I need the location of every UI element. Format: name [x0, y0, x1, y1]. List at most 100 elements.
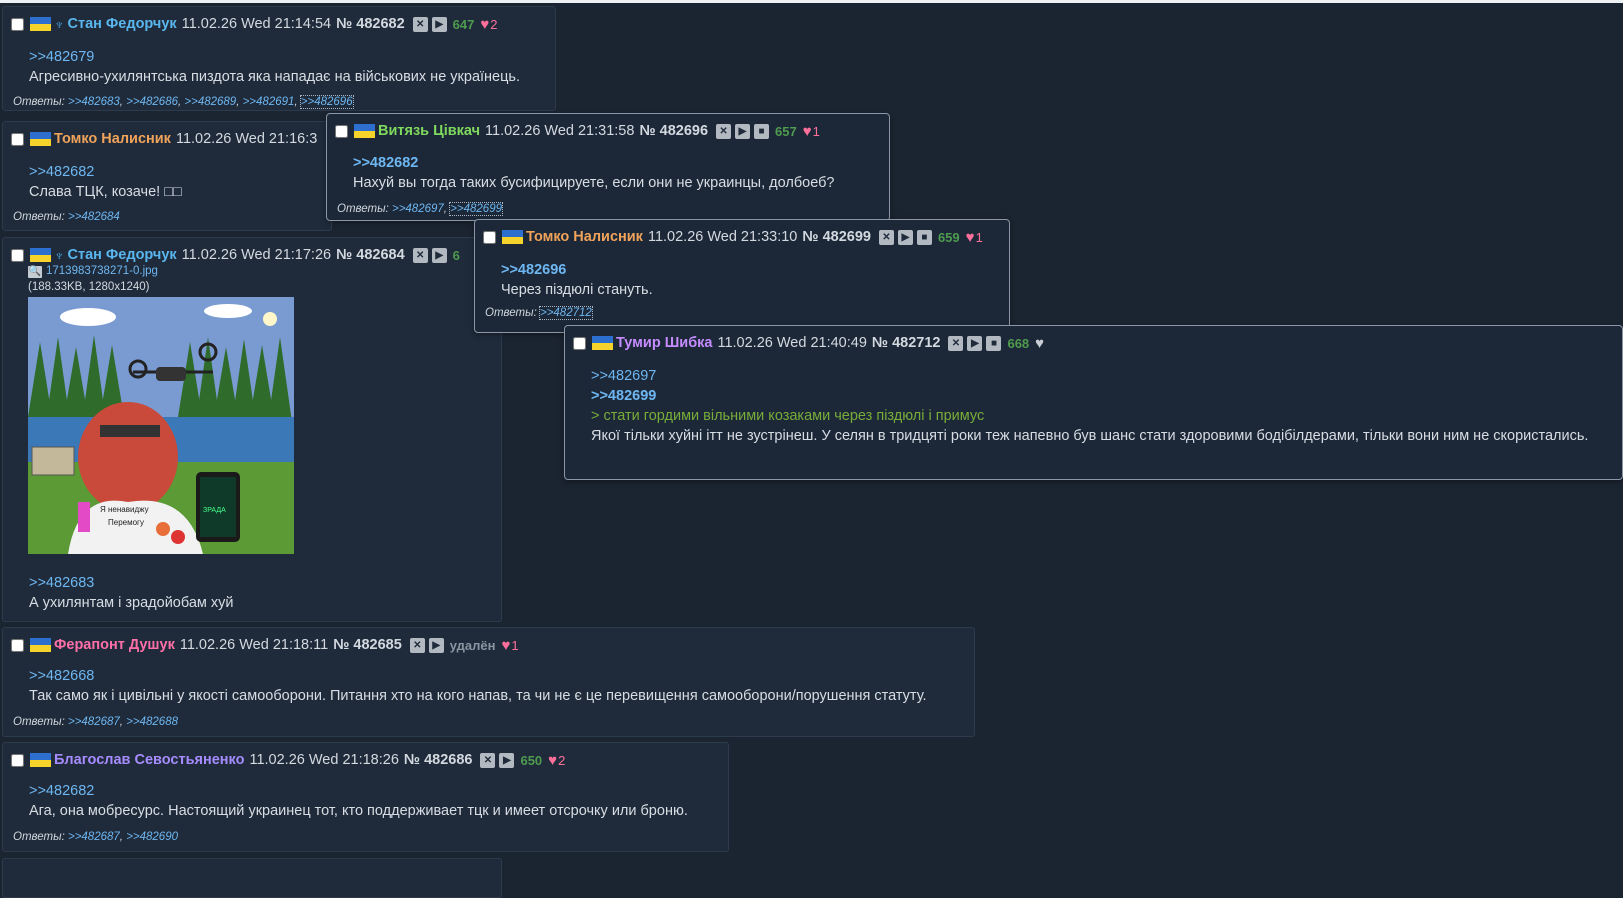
- play-icon[interactable]: ▶: [967, 335, 983, 351]
- post-body: >>482668 Так само як і цивільні у якості…: [29, 666, 964, 706]
- poster-name[interactable]: Томко Налисник: [526, 229, 643, 245]
- post-number[interactable]: № 482685: [333, 637, 402, 653]
- hide-icon[interactable]: ✕: [480, 752, 496, 768]
- post-number[interactable]: № 482686: [404, 752, 473, 768]
- reply-link[interactable]: >>482697: [591, 366, 1612, 386]
- post-header: Благослав Севостьяненко 11.02.26 Wed 21:…: [9, 751, 565, 769]
- post-checkbox[interactable]: [573, 336, 586, 350]
- heart-icon[interactable]: ♥: [1035, 335, 1044, 352]
- post-body: >>482682 Ага, она мобресурс. Настоящий у…: [29, 781, 718, 821]
- post-checkbox[interactable]: [483, 230, 496, 244]
- poster-name[interactable]: Томко Налисник: [54, 131, 171, 147]
- post-date: 11.02.26 Wed 21:17:26: [181, 247, 332, 263]
- post-number[interactable]: № 482684: [336, 247, 405, 263]
- poster-name[interactable]: Тумир Шибка: [616, 335, 712, 351]
- post-number[interactable]: № 482696: [639, 123, 708, 139]
- reply-link[interactable]: >>482696: [501, 260, 999, 280]
- heart-icon[interactable]: ♥: [502, 637, 511, 654]
- post-body: >>482679 Агресивно-ухилянтська пиздота я…: [29, 47, 545, 87]
- reply-backlink[interactable]: >>482712: [538, 306, 593, 320]
- play-icon[interactable]: ▶: [897, 229, 913, 245]
- post-checkbox[interactable]: [11, 753, 24, 767]
- post-date: 11.02.26 Wed 21:16:3: [175, 131, 318, 147]
- play-icon[interactable]: ▶: [431, 247, 447, 263]
- reply-link[interactable]: >>482683: [29, 573, 491, 593]
- reply-backlink[interactable]: >>482687: [68, 716, 120, 728]
- hide-icon[interactable]: ✕: [412, 16, 428, 32]
- post-checkbox[interactable]: [11, 17, 24, 31]
- stop-icon[interactable]: ■: [916, 229, 932, 245]
- post-number[interactable]: № 482699: [802, 229, 871, 245]
- ukraine-flag-icon: [30, 638, 51, 652]
- hide-icon[interactable]: ✕: [716, 123, 732, 139]
- reply-backlink[interactable]: >>482686: [126, 96, 178, 108]
- reply-backlink[interactable]: >>482699: [449, 202, 503, 216]
- stop-icon[interactable]: ■: [754, 123, 770, 139]
- post-header: Витязь Цівкач 11.02.26 Wed 21:31:58 № 48…: [333, 122, 820, 140]
- magnifier-icon[interactable]: 🔍: [28, 266, 42, 278]
- post-482682: ♆ Стан Федорчук 11.02.26 Wed 21:14:54 № …: [2, 6, 556, 111]
- reply-backlink[interactable]: >>482684: [68, 211, 120, 223]
- post-date: 11.02.26 Wed 21:40:49: [717, 335, 867, 351]
- poster-name[interactable]: Стан Федорчук: [68, 247, 177, 263]
- reply-link[interactable]: >>482682: [29, 781, 718, 801]
- post-checkbox[interactable]: [11, 638, 24, 652]
- like-count: 2: [490, 16, 498, 32]
- reply-link[interactable]: >>482682: [353, 153, 879, 173]
- heart-icon[interactable]: ♥: [803, 123, 812, 140]
- post-482686: Благослав Севостьяненко 11.02.26 Wed 21:…: [2, 742, 729, 852]
- reply-backlink[interactable]: >>482691: [243, 96, 295, 108]
- popup-post-482699: Томко Налисник 11.02.26 Wed 21:33:10 № 4…: [474, 219, 1010, 333]
- stop-icon[interactable]: ■: [986, 335, 1002, 351]
- play-icon[interactable]: ▶: [428, 637, 444, 653]
- reply-link[interactable]: >>482699: [591, 386, 1612, 406]
- hide-icon[interactable]: ✕: [878, 229, 894, 245]
- file-info: 🔍 1713983738271-0.jpg (188.33KB, 1280x124…: [28, 263, 158, 295]
- poster-name[interactable]: Ферапонт Душук: [54, 637, 175, 653]
- post-checkbox[interactable]: [11, 132, 24, 146]
- reply-link[interactable]: >>482679: [29, 47, 545, 67]
- post-date: 11.02.26 Wed 21:18:26: [249, 752, 399, 768]
- reply-backlink[interactable]: >>482687: [68, 831, 120, 843]
- post-482684: ♆ Стан Федорчук 11.02.26 Wed 21:17:26 № …: [2, 237, 502, 622]
- post-header: ♆ Стан Федорчук 11.02.26 Wed 21:17:26 № …: [9, 246, 466, 264]
- post-number[interactable]: № 482712: [872, 335, 941, 351]
- heart-icon[interactable]: ♥: [966, 229, 975, 246]
- like-count: 2: [558, 752, 566, 768]
- reply-backlink[interactable]: >>482696: [299, 95, 354, 109]
- play-icon[interactable]: ▶: [499, 752, 515, 768]
- hide-icon[interactable]: ✕: [948, 335, 964, 351]
- poster-name[interactable]: Витязь Цівкач: [378, 123, 480, 139]
- play-icon[interactable]: ▶: [735, 123, 751, 139]
- reply-backlink[interactable]: >>482690: [126, 831, 178, 843]
- reply-link[interactable]: >>482682: [29, 162, 321, 182]
- reply-backlink[interactable]: >>482689: [184, 96, 236, 108]
- post-counter: 668: [1007, 335, 1030, 351]
- reply-link[interactable]: >>482668: [29, 666, 964, 686]
- hide-icon[interactable]: ✕: [412, 247, 428, 263]
- replies-line: Ответы: >>482687, >>482688: [13, 716, 178, 728]
- heart-icon[interactable]: ♥: [480, 16, 489, 33]
- post-checkbox[interactable]: [11, 248, 24, 262]
- post-checkbox[interactable]: [335, 124, 348, 138]
- replies-line: Ответы: >>482697, >>482699: [337, 202, 503, 216]
- ukraine-flag-icon: [30, 753, 51, 767]
- post-image[interactable]: Я ненавиджу Перемогу ЗРАДА: [28, 297, 294, 554]
- poster-name[interactable]: Стан Федорчук: [68, 16, 177, 32]
- reply-backlink[interactable]: >>482697: [392, 203, 444, 215]
- post-body: >>482696 Через піздюлі стануть.: [501, 260, 999, 300]
- post-date: 11.02.26 Wed 21:18:11: [179, 637, 329, 653]
- poster-name[interactable]: Благослав Севостьяненко: [54, 752, 244, 768]
- ukraine-flag-icon: [30, 17, 51, 31]
- file-name[interactable]: 1713983738271-0.jpg: [46, 265, 158, 277]
- play-icon[interactable]: ▶: [431, 16, 447, 32]
- post-482685: Ферапонт Душук 11.02.26 Wed 21:18:11 № 4…: [2, 627, 975, 737]
- post-number[interactable]: № 482682: [336, 16, 405, 32]
- replies-line: Ответы: >>482687, >>482690: [13, 831, 178, 843]
- reply-backlink[interactable]: >>482688: [126, 716, 178, 728]
- reply-backlink[interactable]: >>482683: [68, 96, 120, 108]
- heart-icon[interactable]: ♥: [548, 752, 557, 769]
- post-body: >>482682 Слава ТЦК, козаче! □□: [29, 162, 321, 202]
- replies-line: Ответы: >>482683, >>482686, >>482689, >>…: [13, 95, 354, 109]
- hide-icon[interactable]: ✕: [409, 637, 425, 653]
